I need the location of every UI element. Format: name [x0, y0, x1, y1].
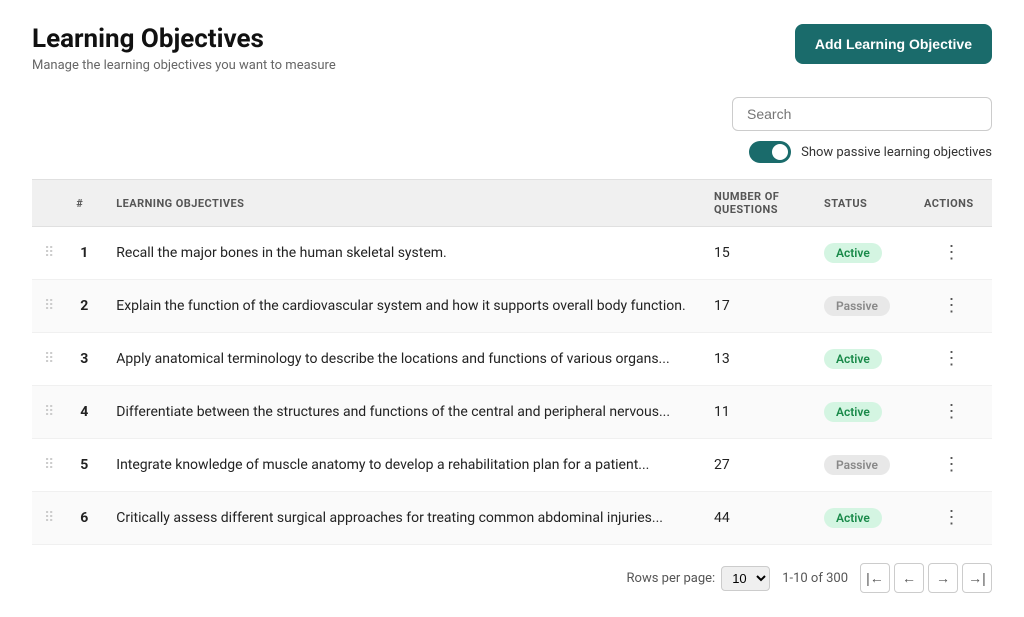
row-questions: 27 — [702, 439, 812, 492]
row-questions: 44 — [702, 492, 812, 545]
table-row: ⠿ 1 Recall the major bones in the human … — [32, 227, 992, 280]
page-subtitle: Manage the learning objectives you want … — [32, 58, 336, 73]
row-number: 3 — [64, 333, 104, 386]
table-row: ⠿ 3 Apply anatomical terminology to desc… — [32, 333, 992, 386]
table-header-row: # LEARNING OBJECTIVES NUMBER OF QUESTION… — [32, 180, 992, 227]
toolbar: Show passive learning objectives — [32, 97, 992, 163]
row-status: Passive — [812, 280, 912, 333]
last-page-button[interactable]: →| — [962, 563, 992, 593]
row-objective: Integrate knowledge of muscle anatomy to… — [104, 439, 702, 492]
table-row: ⠿ 5 Integrate knowledge of muscle anatom… — [32, 439, 992, 492]
row-questions: 15 — [702, 227, 812, 280]
row-questions: 17 — [702, 280, 812, 333]
row-objective: Critically assess different surgical app… — [104, 492, 702, 545]
row-status: Active — [812, 333, 912, 386]
prev-page-button[interactable]: ← — [894, 563, 924, 593]
drag-handle-icon[interactable]: ⠿ — [44, 510, 52, 526]
status-badge: Active — [824, 243, 882, 263]
row-number: 2 — [64, 280, 104, 333]
first-page-button[interactable]: |← — [860, 563, 890, 593]
drag-handle-cell: ⠿ — [32, 386, 64, 439]
actions-menu-button[interactable]: ⋮ — [943, 348, 962, 369]
col-header-actions: ACTIONS — [912, 180, 992, 227]
row-actions: ⋮ — [912, 280, 992, 333]
header-row: Learning Objectives Manage the learning … — [32, 24, 992, 73]
page-nav-group: |← ← → →| — [860, 563, 992, 593]
col-header-status: STATUS — [812, 180, 912, 227]
toggle-row: Show passive learning objectives — [749, 141, 992, 163]
row-status: Active — [812, 227, 912, 280]
col-header-drag — [32, 180, 64, 227]
col-header-objective: LEARNING OBJECTIVES — [104, 180, 702, 227]
col-header-questions: NUMBER OF QUESTIONS — [702, 180, 812, 227]
drag-handle-icon[interactable]: ⠿ — [44, 404, 52, 420]
drag-handle-cell: ⠿ — [32, 227, 64, 280]
status-badge: Passive — [824, 296, 890, 316]
next-page-button[interactable]: → — [928, 563, 958, 593]
row-number: 1 — [64, 227, 104, 280]
toggle-label: Show passive learning objectives — [801, 145, 992, 160]
page-info: 1-10 of 300 — [782, 571, 848, 586]
pagination-bar: Rows per page: 10 25 50 1-10 of 300 |← ←… — [32, 563, 992, 593]
actions-menu-button[interactable]: ⋮ — [943, 242, 962, 263]
table-row: ⠿ 2 Explain the function of the cardiova… — [32, 280, 992, 333]
actions-menu-button[interactable]: ⋮ — [943, 454, 962, 475]
row-questions: 11 — [702, 386, 812, 439]
drag-handle-cell: ⠿ — [32, 280, 64, 333]
table-row: ⠿ 4 Differentiate between the structures… — [32, 386, 992, 439]
actions-menu-button[interactable]: ⋮ — [943, 401, 962, 422]
rows-per-page-control: Rows per page: 10 25 50 — [627, 566, 771, 591]
rows-per-page-select[interactable]: 10 25 50 — [721, 566, 770, 591]
row-objective: Apply anatomical terminology to describe… — [104, 333, 702, 386]
row-actions: ⋮ — [912, 439, 992, 492]
status-badge: Active — [824, 508, 882, 528]
header-text: Learning Objectives Manage the learning … — [32, 24, 336, 73]
row-status: Active — [812, 386, 912, 439]
status-badge: Active — [824, 402, 882, 422]
rows-per-page-label: Rows per page: — [627, 571, 716, 586]
actions-menu-button[interactable]: ⋮ — [943, 295, 962, 316]
row-objective: Differentiate between the structures and… — [104, 386, 702, 439]
add-learning-objective-button[interactable]: Add Learning Objective — [795, 24, 992, 64]
row-number: 4 — [64, 386, 104, 439]
row-actions: ⋮ — [912, 492, 992, 545]
drag-handle-cell: ⠿ — [32, 333, 64, 386]
status-badge: Active — [824, 349, 882, 369]
row-status: Active — [812, 492, 912, 545]
row-actions: ⋮ — [912, 386, 992, 439]
row-number: 5 — [64, 439, 104, 492]
drag-handle-icon[interactable]: ⠿ — [44, 245, 52, 261]
drag-handle-icon[interactable]: ⠿ — [44, 457, 52, 473]
row-actions: ⋮ — [912, 227, 992, 280]
drag-handle-icon[interactable]: ⠿ — [44, 298, 52, 314]
row-status: Passive — [812, 439, 912, 492]
page-container: Learning Objectives Manage the learning … — [0, 0, 1024, 617]
table-row: ⠿ 6 Critically assess different surgical… — [32, 492, 992, 545]
row-questions: 13 — [702, 333, 812, 386]
actions-menu-button[interactable]: ⋮ — [943, 507, 962, 528]
drag-handle-cell: ⠿ — [32, 439, 64, 492]
row-objective: Explain the function of the cardiovascul… — [104, 280, 702, 333]
learning-objectives-table: # LEARNING OBJECTIVES NUMBER OF QUESTION… — [32, 179, 992, 545]
drag-handle-icon[interactable]: ⠿ — [44, 351, 52, 367]
status-badge: Passive — [824, 455, 890, 475]
search-input[interactable] — [732, 97, 992, 131]
col-header-num: # — [64, 180, 104, 227]
passive-toggle[interactable] — [749, 141, 791, 163]
row-actions: ⋮ — [912, 333, 992, 386]
drag-handle-cell: ⠿ — [32, 492, 64, 545]
row-objective: Recall the major bones in the human skel… — [104, 227, 702, 280]
page-title: Learning Objectives — [32, 24, 336, 54]
row-number: 6 — [64, 492, 104, 545]
